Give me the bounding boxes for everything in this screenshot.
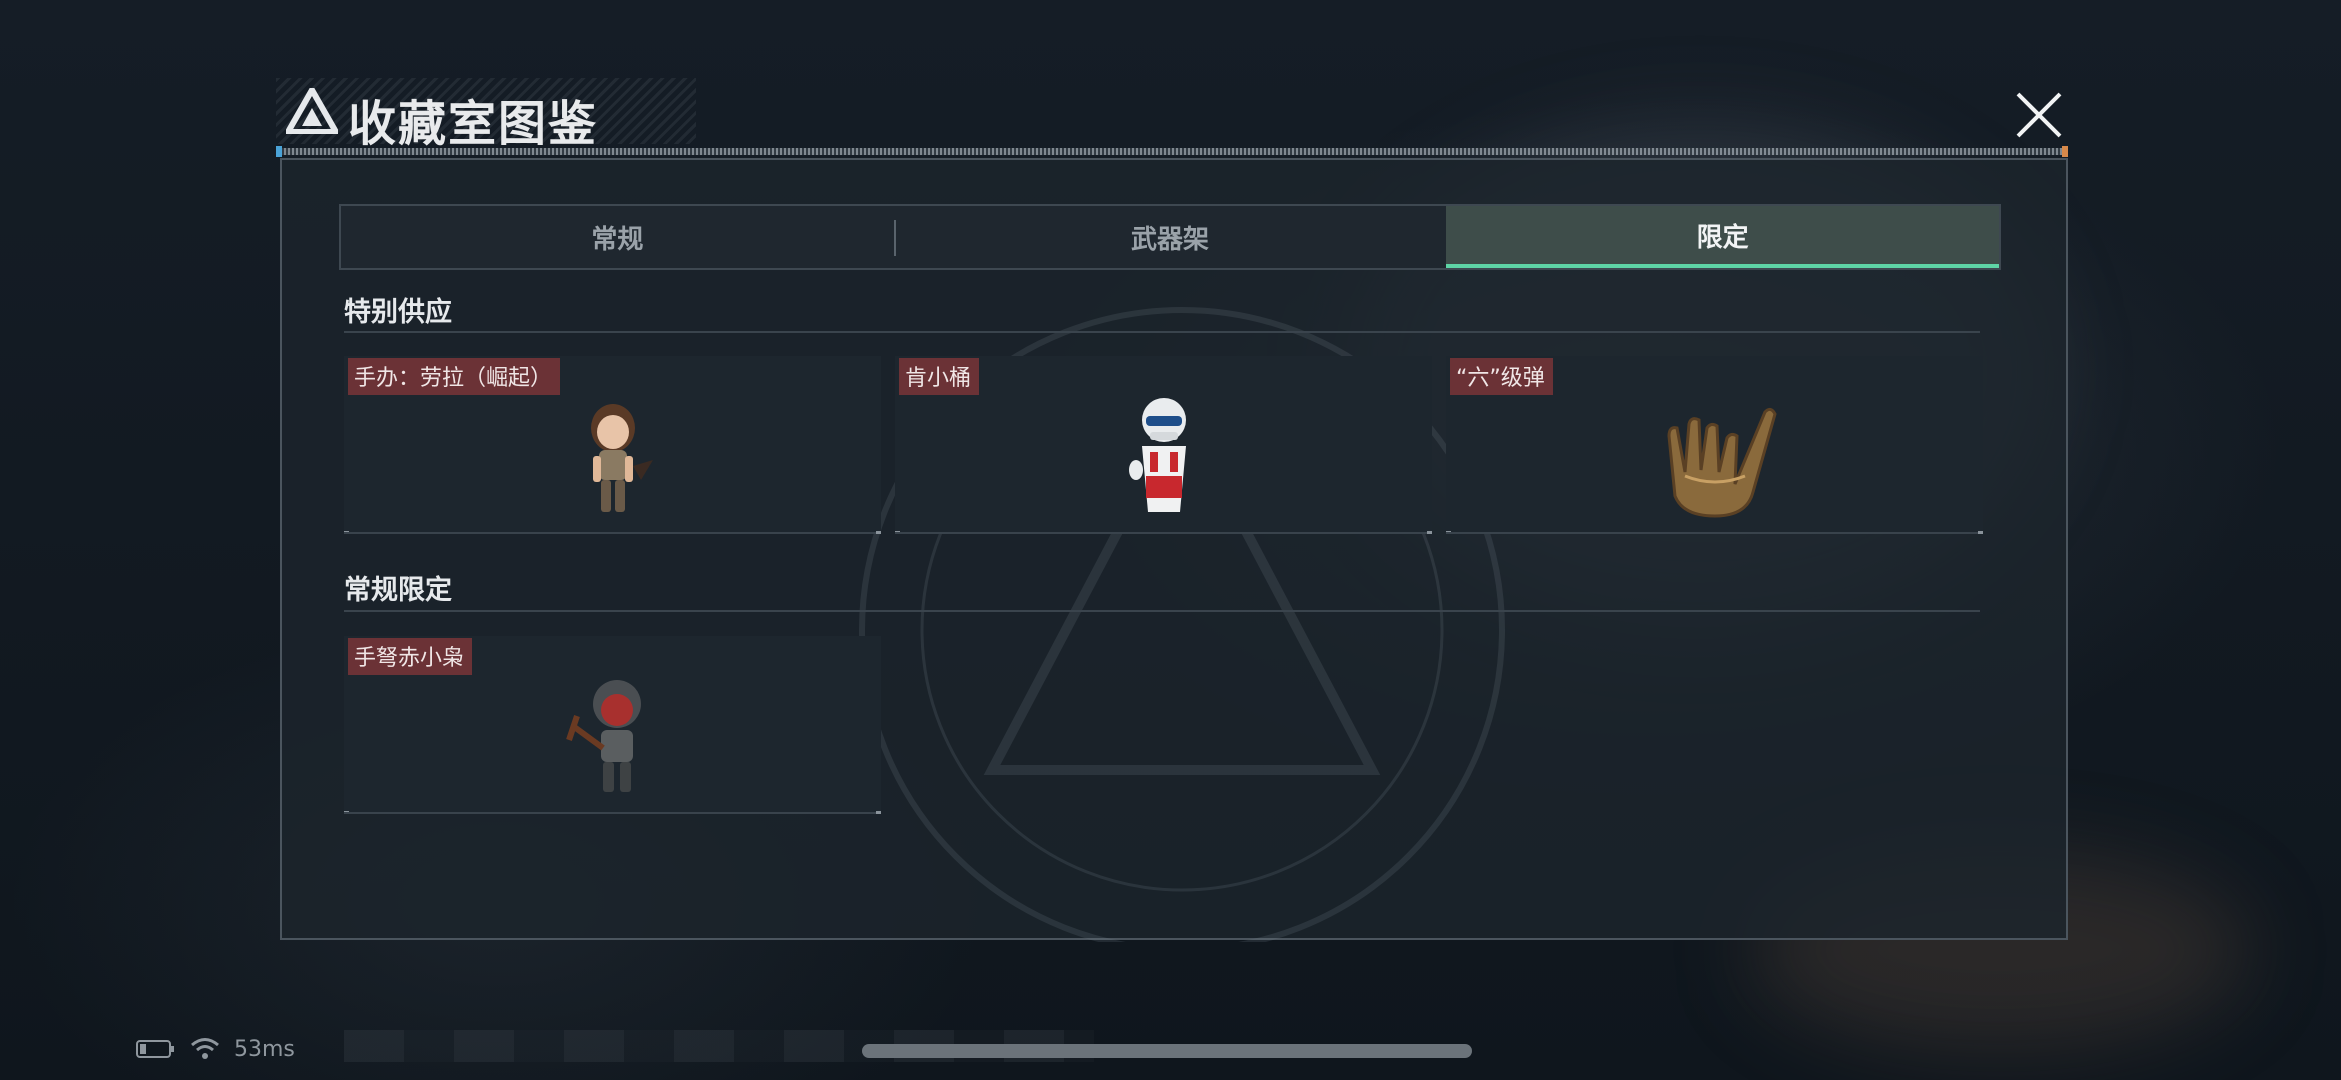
item-label: 手弩赤小枭 [348,638,473,675]
status-bar: 53ms [136,1034,295,1064]
home-indicator[interactable] [862,1044,1472,1058]
collectible-card[interactable]: “六”级弹 [1446,356,1983,534]
battery-icon [136,1040,174,1058]
section-title-special-supply: 特别供应 [344,297,452,328]
page-title: 收藏室图鉴 [348,96,599,152]
section-title-regular-limited: 常规限定 [344,575,452,606]
collection-logo-icon [286,88,338,134]
wifi-icon [191,1038,219,1059]
section-divider [344,331,1980,333]
close-button[interactable] [2010,86,2068,144]
item-label: “六”级弹 [1450,358,1553,395]
section-divider [344,610,1980,612]
divider-cap [2062,146,2068,157]
lara-figure-icon [590,404,653,512]
item-label: 肯小桶 [899,358,980,395]
collectible-card[interactable]: 肯小桶 [895,356,1432,534]
watermark-emblem-icon [859,307,1505,942]
title-divider [276,148,2068,155]
crossbow-red-figure-icon [565,680,641,792]
tab-regular[interactable]: 常规 [341,206,894,268]
item-label: 手办：劳拉（崛起） [348,358,561,395]
tab-limited[interactable]: 限定 [1446,206,2000,268]
collectible-card[interactable]: 手办：劳拉（崛起） [344,356,881,534]
golden-hand-sign-icon [1666,407,1777,518]
collectible-card[interactable]: 手弩赤小枭 [344,636,881,814]
network-latency: 53ms [234,1036,295,1062]
divider-cap [276,146,282,157]
catalog-panel [280,158,2068,942]
close-icon [2016,92,2062,138]
kfc-bucket-figure-icon [1128,398,1186,512]
category-tabs: 常规 武器架 限定 [339,204,2001,270]
tab-weapon-rack[interactable]: 武器架 [893,206,1447,268]
title-bar: 收藏室图鉴 [276,78,2068,158]
